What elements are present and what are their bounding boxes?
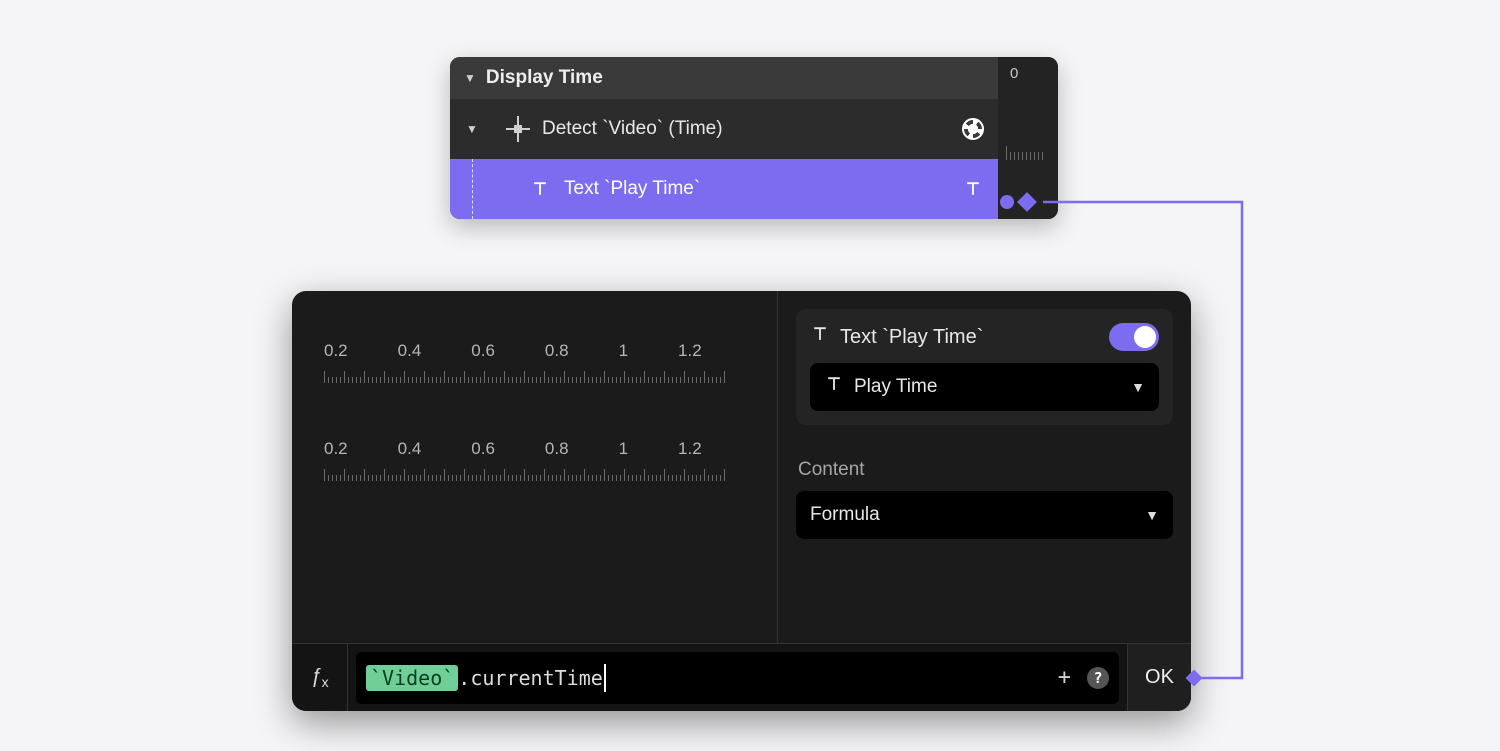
chevron-down-icon: ▼ — [450, 122, 494, 136]
timeline-ruler[interactable]: 0.2 0.4 0.6 0.8 1 1.2 — [324, 341, 759, 383]
formula-rest: .currentTime — [458, 666, 603, 690]
text-icon — [810, 324, 830, 350]
timeline-rulers: 0.2 0.4 0.6 0.8 1 1.2 — [292, 291, 777, 643]
layer-row-detect[interactable]: ▼ Detect `Video` (Time) — [450, 99, 998, 159]
reel-icon — [960, 116, 986, 142]
target-select[interactable]: Play Time ▼ — [810, 363, 1159, 411]
fx-button[interactable]: ƒx — [292, 644, 348, 711]
ok-button[interactable]: OK — [1127, 644, 1191, 711]
ruler-labels: 0.2 0.4 0.6 0.8 1 1.2 — [324, 341, 759, 361]
chevron-down-icon: ▼ — [464, 71, 476, 85]
ruler-label: 0.2 — [324, 439, 348, 459]
text-icon — [824, 374, 844, 400]
chevron-down-icon: ▼ — [1131, 379, 1145, 395]
text-icon — [528, 177, 552, 201]
text-caret — [604, 664, 606, 692]
formula-bar: ƒx `Video`.currentTime + ? OK — [292, 643, 1191, 711]
content-type-select[interactable]: Formula ▼ — [796, 491, 1173, 539]
keyframe-markers — [1000, 195, 1034, 209]
layer-row-label: Text `Play Time` — [564, 178, 948, 200]
keyframe-diamond-icon — [1017, 192, 1037, 212]
ruler-label: 1.2 — [678, 439, 702, 459]
ruler-label: 0.8 — [545, 439, 569, 459]
target-select-value: Play Time — [854, 376, 937, 398]
chevron-down-icon: ▼ — [1145, 507, 1159, 523]
group-header[interactable]: ▼ Display Time — [450, 57, 998, 99]
ruler-label: 0.6 — [471, 341, 495, 361]
detect-icon — [506, 117, 530, 141]
enable-toggle[interactable] — [1109, 323, 1159, 351]
inspector-panel: 0.2 0.4 0.6 0.8 1 1.2 — [292, 291, 1191, 711]
inspector-title: Text `Play Time` — [840, 326, 1099, 349]
content-type-value: Formula — [810, 504, 880, 526]
help-icon[interactable]: ? — [1087, 667, 1109, 689]
text-icon — [960, 176, 986, 202]
formula-token: `Video` — [366, 665, 458, 691]
group-title: Display Time — [486, 67, 603, 89]
ruler-ticks — [324, 367, 759, 383]
keyframe-dot-icon — [1000, 195, 1014, 209]
timeline-ruler[interactable]: 0.2 0.4 0.6 0.8 1 1.2 — [324, 439, 759, 481]
formula-input[interactable]: `Video`.currentTime + ? — [356, 652, 1119, 704]
ruler-label: 1 — [619, 341, 628, 361]
ok-button-label: OK — [1145, 666, 1174, 689]
add-icon[interactable]: + — [1058, 665, 1071, 690]
ruler-label: 1.2 — [678, 341, 702, 361]
layer-row-label: Detect `Video` (Time) — [542, 118, 948, 140]
section-label-content: Content — [798, 459, 1173, 481]
ruler-label: 0.2 — [324, 341, 348, 361]
layer-panel: ▼ Display Time ▼ Detect `Video` (Time) T… — [450, 57, 1058, 219]
ruler-label: 0.4 — [398, 341, 422, 361]
ruler-label: 0.8 — [545, 341, 569, 361]
ruler-ticks — [324, 465, 759, 481]
gutter-zero-label: 0 — [998, 57, 1058, 82]
gutter-ruler — [1006, 146, 1054, 160]
ruler-label: 1 — [619, 439, 628, 459]
tree-indent — [472, 159, 516, 219]
layer-row-text[interactable]: Text `Play Time` — [450, 159, 998, 219]
ruler-labels: 0.2 0.4 0.6 0.8 1 1.2 — [324, 439, 759, 459]
inspector-target-card: Text `Play Time` Play Time ▼ — [796, 309, 1173, 425]
ruler-label: 0.4 — [398, 439, 422, 459]
layer-panel-main: ▼ Display Time ▼ Detect `Video` (Time) T… — [450, 57, 998, 219]
ruler-label: 0.6 — [471, 439, 495, 459]
inspector: Text `Play Time` Play Time ▼ Content For… — [777, 291, 1191, 643]
